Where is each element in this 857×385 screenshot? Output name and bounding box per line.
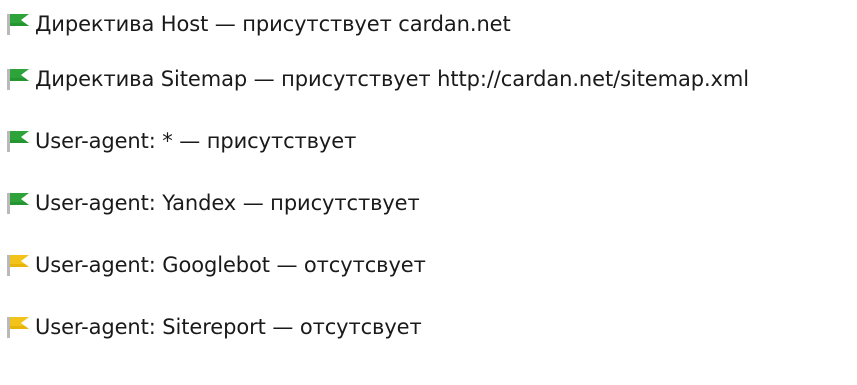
check-item-user-agent-yandex: User-agent: Yandex — присутствует bbox=[6, 172, 749, 234]
check-item-text: Директива Host — присутствует cardan.net bbox=[35, 12, 511, 36]
check-item-text: Директива Sitemap — присутствует http://… bbox=[35, 67, 749, 91]
check-item-text: User-agent: Yandex — присутствует bbox=[35, 191, 420, 215]
robots-check-list: Директива Host — присутствует cardan.net… bbox=[6, 0, 749, 358]
check-item-user-agent-sitereport: User-agent: Sitereport — отсутсвует bbox=[6, 296, 749, 358]
green-flag-icon bbox=[6, 129, 31, 153]
green-flag-icon bbox=[6, 12, 31, 36]
check-item-text: User-agent: Googlebot — отсутсвует bbox=[35, 253, 426, 277]
check-item-host: Директива Host — присутствует cardan.net bbox=[6, 0, 749, 48]
yellow-flag-icon bbox=[6, 315, 31, 339]
check-item-user-agent-all: User-agent: * — присутствует bbox=[6, 110, 749, 172]
check-item-user-agent-googlebot: User-agent: Googlebot — отсутсвует bbox=[6, 234, 749, 296]
check-item-text: User-agent: * — присутствует bbox=[35, 129, 357, 153]
check-item-text: User-agent: Sitereport — отсутсвует bbox=[35, 315, 422, 339]
check-item-sitemap: Директива Sitemap — присутствует http://… bbox=[6, 48, 749, 110]
green-flag-icon bbox=[6, 191, 31, 215]
green-flag-icon bbox=[6, 67, 31, 91]
yellow-flag-icon bbox=[6, 253, 31, 277]
